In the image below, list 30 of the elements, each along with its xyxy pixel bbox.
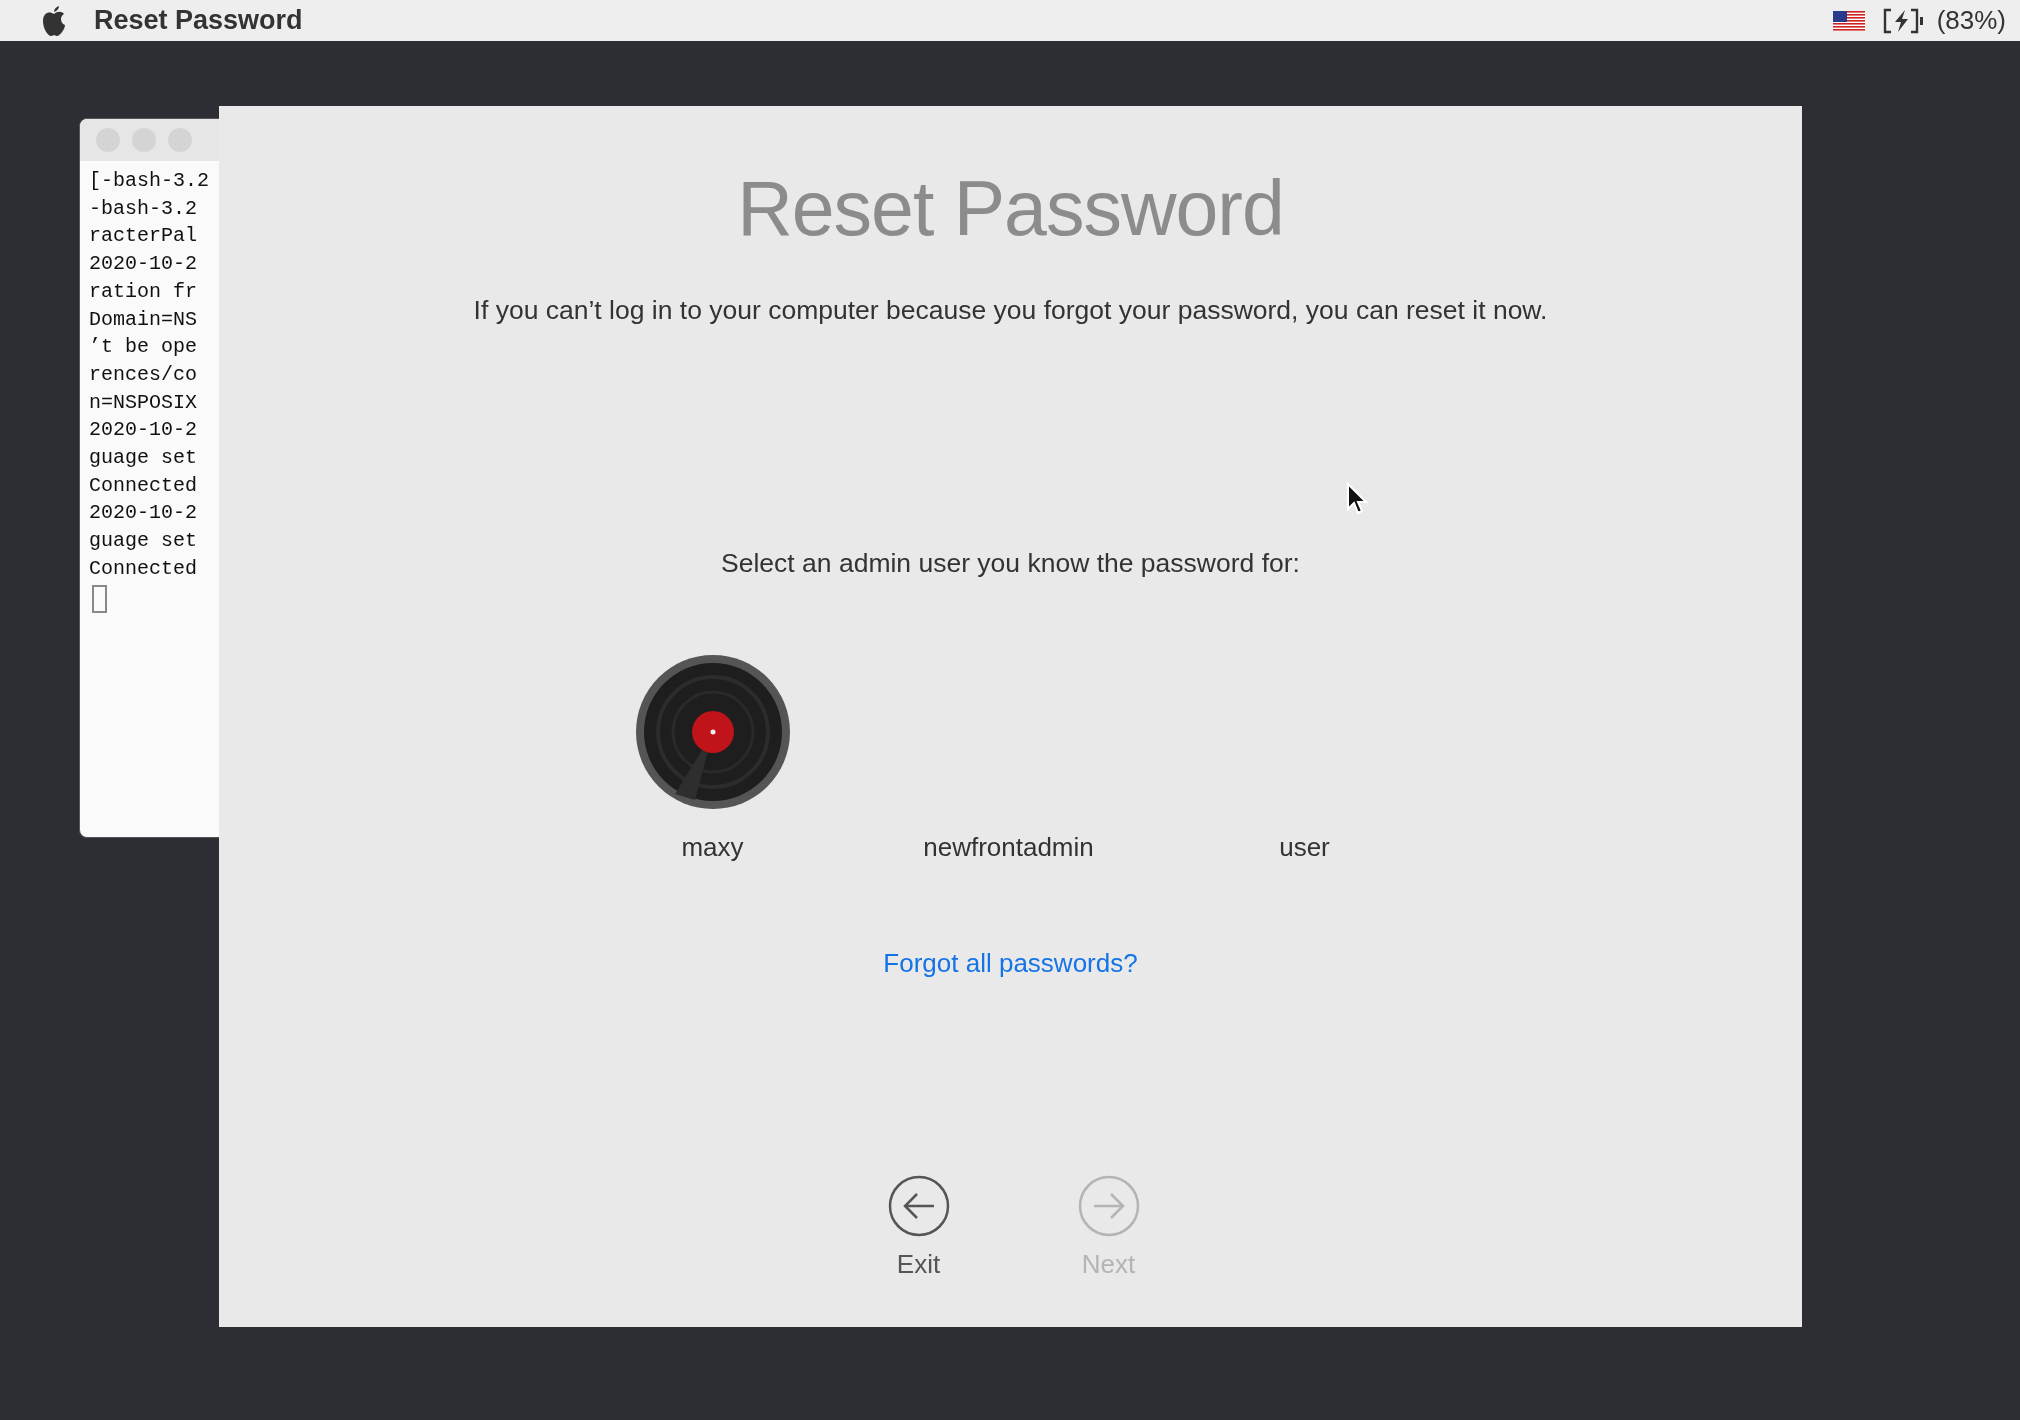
apple-logo-icon[interactable] — [40, 4, 68, 37]
terminal-line: ration fr — [89, 278, 198, 305]
prompt-text: Select an admin user you know the password for: — [721, 548, 1300, 579]
terminal-line: Connected — [89, 555, 198, 582]
terminal-line: 2020-10-2 — [89, 251, 198, 278]
terminal-line: guage set — [89, 528, 198, 555]
terminal-line: Connected — [89, 472, 198, 499]
flag-icon[interactable] — [1832, 10, 1865, 31]
terminal-line: racterPal — [89, 223, 198, 250]
terminal-line: guage set — [89, 445, 198, 472]
terminal-line: [-bash-3.2 — [89, 168, 210, 194]
terminal-line: -bash-3.2 — [89, 195, 198, 222]
terminal-line: 2020-10-2 — [89, 417, 198, 444]
terminal-line: 2020-10-2 — [89, 500, 198, 527]
exit-button[interactable]: Exit — [887, 1175, 950, 1280]
battery-percentage: (83%) — [1936, 5, 2006, 36]
forgot-passwords-link[interactable]: Forgot all passwords? — [883, 948, 1138, 979]
user-name[interactable]: maxy — [681, 832, 744, 863]
window-title: Reset Password — [737, 164, 1284, 253]
mouse-cursor-icon — [1346, 482, 1368, 516]
terminal-cursor — [92, 584, 107, 613]
terminal-line: rences/co — [89, 361, 198, 388]
app-name[interactable]: Reset Password — [94, 5, 303, 36]
terminal-line: ’t be ope — [89, 334, 198, 361]
terminal-line: Domain=NS — [89, 306, 198, 333]
user-name[interactable]: newfrontadmin — [923, 832, 1094, 863]
terminal-line: n=NSPOSIX — [89, 389, 198, 416]
user-name[interactable]: user — [1279, 832, 1330, 863]
description-text: If you can’t log in to your computer because you forgot your password, you can reset it now. — [473, 295, 1548, 326]
battery-charging-icon[interactable] — [1882, 7, 1925, 34]
